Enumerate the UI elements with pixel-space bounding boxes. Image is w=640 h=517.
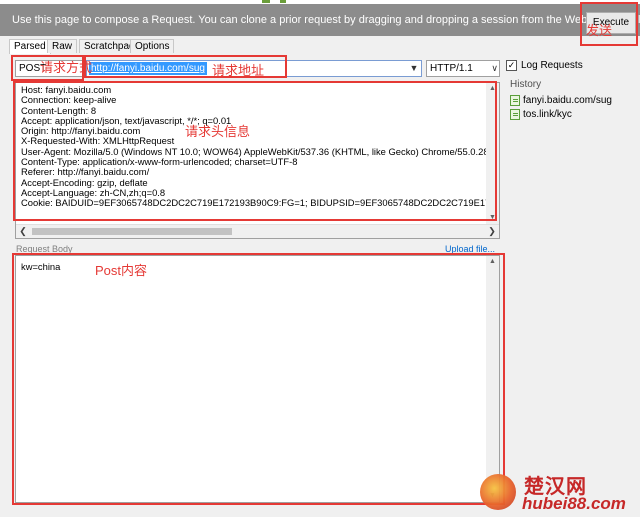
request-headers-editor[interactable]: Host: fanyi.baidu.com Connection: keep-a… bbox=[15, 82, 500, 239]
log-requests-checkbox[interactable]: ✓ bbox=[506, 60, 517, 71]
headers-horizontal-scrollbar[interactable]: ❮ ❯ bbox=[16, 224, 499, 238]
session-icon bbox=[510, 109, 520, 120]
scroll-up-icon[interactable]: ▲ bbox=[486, 83, 499, 95]
composer-info-bar: Use this page to compose a Request. You … bbox=[0, 4, 640, 36]
tab-raw[interactable]: Raw bbox=[47, 39, 78, 53]
log-requests-label: Log Requests bbox=[521, 60, 583, 71]
watermark-logo-icon bbox=[480, 474, 516, 510]
chevron-down-icon[interactable]: ▼ bbox=[407, 61, 421, 76]
history-label: History bbox=[510, 79, 542, 90]
headers-vertical-scrollbar[interactable]: ▲ ▼ bbox=[486, 83, 499, 224]
scroll-down-icon[interactable]: ▼ bbox=[486, 212, 499, 224]
body-annotation-text: Post内容 bbox=[95, 263, 148, 278]
history-item-label: tos.link/kyc bbox=[523, 109, 572, 120]
method-annotation-text: 请求方式 bbox=[40, 60, 93, 75]
execute-annotation-text: 发送 bbox=[586, 23, 613, 38]
history-item-label: fanyi.baidu.com/sug bbox=[523, 95, 612, 106]
headers-annotation-text: 请求头信息 bbox=[185, 124, 251, 139]
url-value: http://fanyi.baidu.com/sug bbox=[89, 62, 207, 75]
request-body-label: Request Body bbox=[16, 244, 73, 254]
url-annotation-text: 请求地址 bbox=[212, 63, 265, 78]
scroll-left-icon[interactable]: ❮ bbox=[16, 225, 30, 238]
header-lines: Host: fanyi.baidu.com Connection: keep-a… bbox=[21, 85, 487, 209]
header-line: Cookie: BAIDUID=9EF3065748DC2DC2C719E172… bbox=[21, 197, 487, 209]
watermark-domain: hubei88.com bbox=[522, 494, 626, 513]
upload-file-link[interactable]: Upload file... bbox=[445, 244, 495, 254]
body-vertical-scrollbar[interactable]: ▲ ▼ bbox=[486, 256, 499, 502]
request-body-editor[interactable]: kw=china ▲ ▼ bbox=[15, 255, 500, 503]
request-body-text: kw=china bbox=[21, 261, 61, 272]
site-watermark: 楚汉网 hubei88.com bbox=[474, 470, 640, 517]
session-icon bbox=[510, 95, 520, 106]
strip-marker bbox=[280, 0, 286, 3]
http-version-select[interactable]: HTTP/1.1 ∨ bbox=[426, 60, 500, 77]
chevron-down-icon: ∨ bbox=[491, 63, 498, 73]
http-version-value: HTTP/1.1 bbox=[430, 63, 473, 74]
scroll-thumb[interactable] bbox=[32, 228, 232, 235]
scroll-up-icon[interactable]: ▲ bbox=[486, 256, 499, 268]
composer-info-message: Use this page to compose a Request. You … bbox=[12, 14, 640, 26]
tab-options[interactable]: Options bbox=[130, 39, 175, 53]
strip-marker bbox=[262, 0, 270, 3]
scroll-right-icon[interactable]: ❯ bbox=[485, 225, 499, 238]
tab-parsed[interactable]: Parsed bbox=[9, 39, 51, 54]
